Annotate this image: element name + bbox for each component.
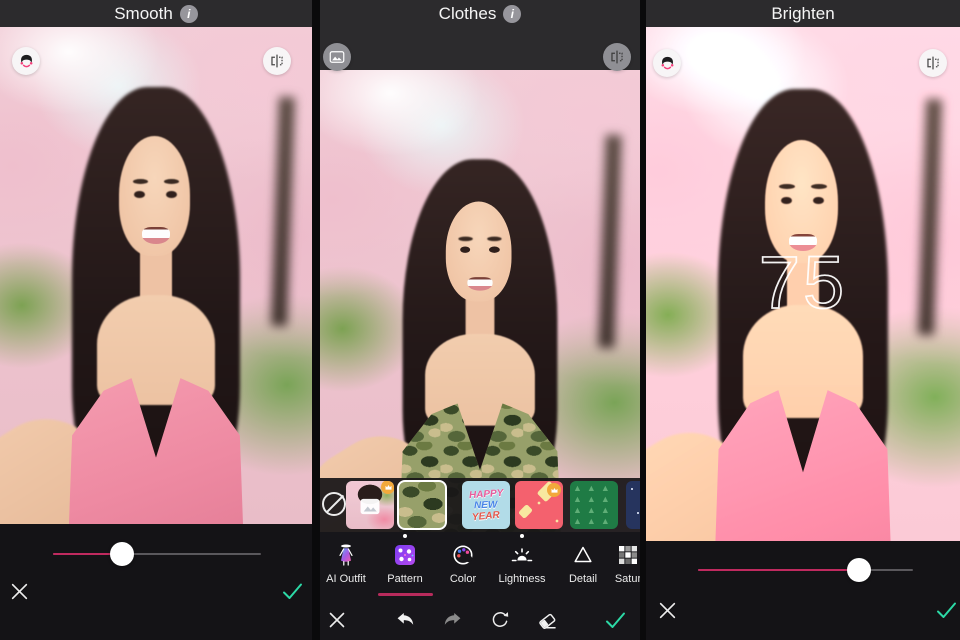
premium-crown-icon: [381, 481, 394, 494]
hny-text: NEW: [474, 499, 498, 511]
photo-background: [0, 27, 312, 524]
pattern-red-sparkles-thumbnail[interactable]: [515, 481, 563, 529]
slider-thumb[interactable]: [847, 558, 872, 582]
photo-background: [320, 70, 640, 532]
pattern-custom-photo-thumbnail[interactable]: [346, 481, 394, 529]
brighten-intensity-slider[interactable]: [698, 558, 913, 582]
photo-preview[interactable]: [320, 70, 640, 532]
cancel-button[interactable]: [7, 579, 31, 603]
subject-brow: [458, 236, 473, 241]
undo-button[interactable]: [392, 607, 418, 633]
compare-button[interactable]: [603, 43, 631, 71]
close-icon: [329, 612, 345, 628]
tab-lightness[interactable]: Lightness: [493, 540, 551, 585]
photo-preview[interactable]: [0, 27, 312, 524]
subject-brow: [810, 183, 827, 189]
panel-brighten: Brighten 75: [646, 0, 960, 640]
gallery-icon: [329, 51, 345, 63]
cancel-button[interactable]: [655, 598, 679, 622]
page-title: Clothes: [438, 3, 497, 23]
check-icon: [605, 612, 625, 628]
tab-saturation[interactable]: Satur: [599, 540, 640, 585]
tab-modified-dot: [520, 534, 524, 538]
info-icon[interactable]: i: [503, 4, 522, 23]
cancel-button[interactable]: [324, 607, 350, 633]
undo-icon: [397, 613, 414, 625]
pattern-camouflage-thumbnail-selected[interactable]: [397, 480, 447, 530]
header-smooth: Smooth i: [0, 0, 312, 27]
lightness-sun-icon: [493, 540, 551, 570]
eraser-button[interactable]: [534, 607, 560, 633]
face-shapes-button[interactable]: [12, 47, 40, 75]
tab-label: Color: [449, 573, 477, 585]
clothes-tab-bar: AI Outfit Pattern Color Lightness Detail…: [320, 532, 640, 640]
eraser-icon: [539, 613, 556, 629]
subject-brow: [487, 236, 502, 241]
subject-brow: [132, 178, 149, 184]
smooth-intensity-slider[interactable]: [53, 542, 261, 566]
compare-button[interactable]: [919, 49, 947, 77]
face-shapes-button[interactable]: [653, 49, 681, 77]
panel-clothes: Clothes i HAPPY NEW YEAR ▲▲▲▲▲▲▲▲▲▲▲▲ AI…: [320, 0, 640, 640]
compare-split-icon: [611, 50, 623, 64]
compare-button[interactable]: [263, 47, 291, 75]
info-icon[interactable]: i: [179, 4, 198, 23]
tab-label: AI Outfit: [326, 573, 366, 585]
page-title: Brighten: [771, 3, 835, 23]
redo-icon: [444, 613, 461, 625]
edit-toolbar: [320, 603, 640, 640]
pattern-happy-new-year-thumbnail[interactable]: HAPPY NEW YEAR: [462, 481, 510, 529]
hny-text: HAPPY: [468, 487, 504, 501]
apply-button[interactable]: [933, 598, 959, 622]
subject-brow: [163, 178, 180, 184]
pattern-navy-stars-thumbnail[interactable]: [626, 481, 640, 529]
hny-text: YEAR: [471, 509, 501, 523]
tab-modified-dot: [403, 534, 407, 538]
reset-button[interactable]: [487, 607, 513, 633]
close-icon: [659, 602, 675, 618]
tab-pattern-selected[interactable]: Pattern: [376, 540, 434, 585]
face-shapes-icon: [20, 54, 32, 67]
slider-fill: [698, 569, 860, 571]
apply-button[interactable]: [279, 579, 305, 603]
header-brighten: Brighten: [646, 0, 960, 27]
add-image-icon: [359, 497, 381, 520]
compare-split-icon: [927, 56, 939, 70]
subject-smile: [142, 226, 170, 244]
gallery-button[interactable]: [323, 43, 351, 71]
pattern-thumbnail-strip: HAPPY NEW YEAR ▲▲▲▲▲▲▲▲▲▲▲▲▲▲▲▲: [320, 478, 640, 532]
slider-thumb[interactable]: [109, 542, 134, 566]
color-palette-icon: [434, 540, 492, 570]
tab-color[interactable]: Color: [434, 540, 492, 585]
selected-tab-underline: [378, 593, 433, 596]
premium-crown-icon: [547, 483, 561, 497]
redo-button[interactable]: [440, 607, 466, 633]
ai-outfit-icon: [320, 540, 375, 570]
reset-icon: [492, 612, 509, 627]
subject-brow: [779, 183, 796, 189]
check-icon: [282, 583, 302, 599]
pattern-icon: [376, 540, 434, 570]
subject-figure: [0, 27, 312, 524]
brightness-value-overlay: 75: [758, 240, 848, 325]
close-icon: [11, 583, 27, 599]
page-title: Smooth: [114, 3, 173, 23]
tab-ai-outfit[interactable]: AI Outfit: [320, 540, 375, 585]
apply-button[interactable]: [602, 607, 628, 633]
face-shapes-icon: [661, 56, 673, 69]
tab-label: Pattern: [387, 573, 423, 585]
tab-label: Satur: [614, 573, 640, 585]
saturation-grid-icon: [599, 540, 640, 570]
pattern-none-thumbnail[interactable]: [322, 492, 346, 516]
header-clothes: Clothes i: [320, 0, 640, 70]
compare-split-icon: [271, 54, 283, 68]
check-icon: [936, 602, 956, 618]
panel-smooth: Smooth i: [0, 0, 312, 640]
tab-label: Lightness: [498, 573, 546, 585]
subject-figure: [320, 110, 624, 532]
pattern-green-trees-thumbnail[interactable]: ▲▲▲▲▲▲▲▲▲▲▲▲▲▲▲▲: [570, 481, 618, 529]
